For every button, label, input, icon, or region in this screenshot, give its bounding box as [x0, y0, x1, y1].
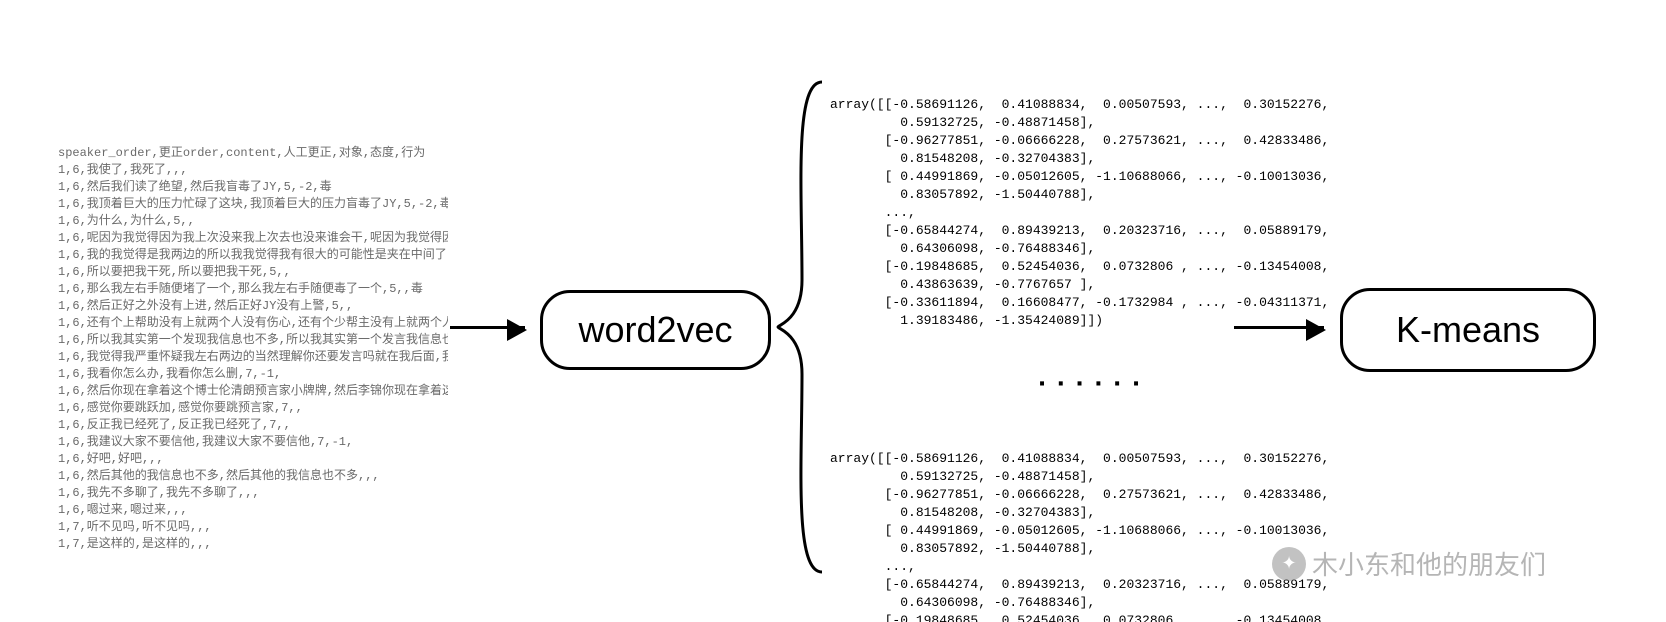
raw-data-line: 1,6,然后正好之外没有上进,然后正好JY没有上警,5,, — [58, 298, 448, 315]
raw-data-line: 1,6,反正我已经死了,反正我已经死了,7,, — [58, 417, 448, 434]
raw-data-line: 1,6,我觉得我严重怀疑我左右两边的当然理解你还要发言吗就在我后面,我觉得我严 — [58, 349, 448, 366]
raw-data-line: 1,6,好吧,好吧,,, — [58, 451, 448, 468]
raw-data-line: 1,6,我的我觉得是我两边的所以我我觉得我有很大的可能性是夹在中间了,我的我觉 — [58, 247, 448, 264]
raw-data-line: 1,6,还有个上帮助没有上就两个人没有伤心,还有个少帮主没有上就两个人没有上警 — [58, 315, 448, 332]
raw-data-line: 1,6,嗯过来,嗯过来,,, — [58, 502, 448, 519]
raw-data-block: speaker_order,更正order,content,人工更正,对象,态度… — [58, 145, 448, 553]
watermark: ✦ 木小东和他的朋友们 — [1272, 545, 1546, 582]
arrow-to-kmeans — [1234, 326, 1324, 329]
raw-data-line: 1,6,我建议大家不要信他,我建议大家不要信他,7,-1, — [58, 434, 448, 451]
watermark-text: 木小东和他的朋友们 — [1312, 545, 1546, 582]
arrays-block: array([[-0.58691126, 0.41088834, 0.00507… — [830, 60, 1230, 622]
raw-data-line: 1,6,然后其他的我信息也不多,然后其他的我信息也不多,,, — [58, 468, 448, 485]
raw-data-line: 1,7,听不见吗,听不见吗,,, — [58, 519, 448, 536]
left-brace-icon — [774, 80, 824, 574]
diagram-canvas: speaker_order,更正order,content,人工更正,对象,态度… — [0, 0, 1666, 622]
raw-data-line: 1,6,我顶着巨大的压力忙碌了这块,我顶着巨大的压力盲毒了JY,5,-2,毒 — [58, 196, 448, 213]
array-output-2: array([[-0.58691126, 0.41088834, 0.00507… — [830, 450, 1230, 622]
raw-data-line: 1,6,那么我左右手随便堵了一个,那么我左右手随便毒了一个,5,,毒 — [58, 281, 448, 298]
raw-data-line: 1,6,我看你怎么办,我看你怎么删,7,-1, — [58, 366, 448, 383]
raw-data-line: 1,6,为什么,为什么,5,, — [58, 213, 448, 230]
kmeans-box: K-means — [1340, 288, 1596, 372]
arrow-to-word2vec — [450, 326, 525, 329]
raw-data-line: 1,6,我使了,我死了,,, — [58, 162, 448, 179]
wechat-icon: ✦ — [1272, 547, 1306, 581]
raw-data-line: 1,6,呢因为我觉得因为我上次没来我上次去也没来谁会干,呢因为我觉得因为我上次 — [58, 230, 448, 247]
ellipsis-label: ······ — [950, 376, 1230, 394]
raw-data-line: speaker_order,更正order,content,人工更正,对象,态度… — [58, 145, 448, 162]
raw-data-line: 1,6,感觉你要跳跃加,感觉你要跳预言家,7,, — [58, 400, 448, 417]
raw-data-line: 1,6,所以要把我干死,所以要把我干死,5,, — [58, 264, 448, 281]
raw-data-line: 1,7,是这样的,是这样的,,, — [58, 536, 448, 553]
array-output-1: array([[-0.58691126, 0.41088834, 0.00507… — [830, 96, 1230, 330]
kmeans-label: K-means — [1396, 309, 1540, 351]
word2vec-label: word2vec — [578, 309, 732, 351]
raw-data-line: 1,6,我先不多聊了,我先不多聊了,,, — [58, 485, 448, 502]
raw-data-line: 1,6,然后我们读了绝望,然后我盲毒了JY,5,-2,毒 — [58, 179, 448, 196]
raw-data-line: 1,6,然后你现在拿着这个博士伦清朗预言家小牌牌,然后李锦你现在拿着这个博士伦 — [58, 383, 448, 400]
word2vec-box: word2vec — [540, 290, 771, 370]
raw-data-line: 1,6,所以我其实第一个发现我信息也不多,所以我其实第一个发言我信息也不多,,, — [58, 332, 448, 349]
